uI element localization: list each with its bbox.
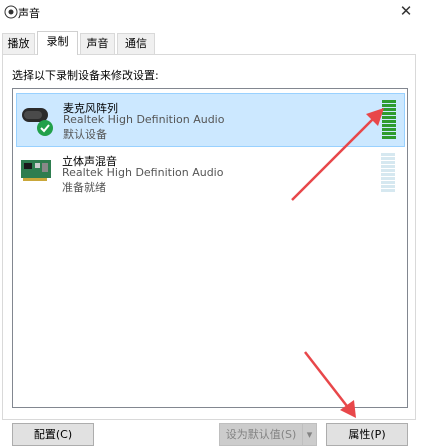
level-meter-segment — [381, 169, 395, 172]
level-meter-segment — [381, 157, 395, 160]
list-item-microphone-array[interactable]: 麦克风阵列 Realtek High Definition Audio 默认设备 — [16, 93, 405, 147]
level-meter-segment — [382, 124, 396, 127]
tab-playback[interactable]: 播放 — [2, 33, 35, 54]
properties-button[interactable]: 属性(P) — [326, 423, 408, 446]
level-meter — [381, 153, 395, 193]
window-title: 声音 — [18, 7, 40, 20]
level-meter-segment — [382, 108, 396, 111]
level-meter-segment — [382, 116, 396, 119]
set-default-button[interactable]: 设为默认值(S) — [219, 423, 303, 446]
level-meter-segment — [381, 165, 395, 168]
tab-communications[interactable]: 通信 — [117, 33, 155, 54]
title-bar: 声音 ✕ — [0, 0, 421, 26]
tab-sounds[interactable]: 声音 — [80, 33, 115, 54]
device-driver: Realtek High Definition Audio — [62, 166, 224, 179]
device-status: 默认设备 — [63, 128, 107, 141]
microphone-array-icon — [22, 108, 53, 136]
level-meter-segment — [381, 177, 395, 180]
level-meter-segment — [381, 161, 395, 164]
close-button[interactable]: ✕ — [391, 0, 421, 24]
level-meter-segment — [382, 132, 396, 135]
level-meter-segment — [382, 128, 396, 131]
speaker-icon — [4, 5, 18, 19]
tab-recording[interactable]: 录制 — [37, 31, 78, 55]
level-meter-segment — [381, 181, 395, 184]
device-list[interactable]: 麦克风阵列 Realtek High Definition Audio 默认设备… — [12, 88, 408, 408]
level-meter-segment — [382, 104, 396, 107]
list-item-stereo-mix[interactable]: 立体声混音 Realtek High Definition Audio 准备就绪 — [16, 147, 403, 199]
level-meter-segment — [382, 100, 396, 103]
sound-card-icon — [21, 160, 51, 181]
device-driver: Realtek High Definition Audio — [63, 113, 225, 126]
level-meter-segment — [381, 185, 395, 188]
level-meter-segment — [381, 173, 395, 176]
level-meter-segment — [382, 112, 396, 115]
instruction-text: 选择以下录制设备来修改设置: — [12, 69, 159, 82]
device-status: 准备就绪 — [62, 181, 106, 194]
set-default-dropdown-button[interactable]: ▾ — [302, 423, 317, 446]
level-meter — [382, 100, 396, 140]
level-meter-segment — [381, 189, 395, 192]
level-meter-segment — [382, 136, 396, 139]
level-meter-segment — [381, 153, 395, 156]
level-meter-segment — [382, 120, 396, 123]
configure-button[interactable]: 配置(C) — [12, 423, 94, 446]
